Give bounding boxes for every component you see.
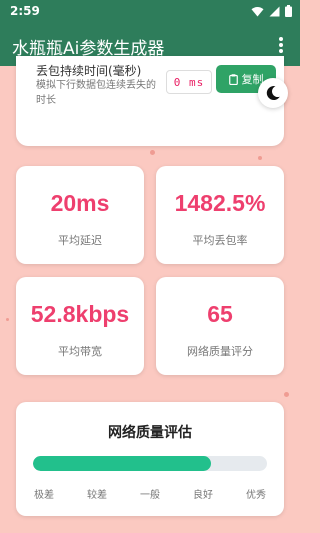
card-description: 模拟下行数据包连续丢失的时长 xyxy=(36,80,156,106)
scale-label-very-poor: 极差 xyxy=(34,490,54,501)
quality-progress-fill xyxy=(33,456,211,471)
network-quality-card: 网络质量评估 极差 较差 一般 良好 优秀 xyxy=(16,402,284,516)
stat-label: 平均带宽 xyxy=(58,345,102,358)
stat-value: 1482.5% xyxy=(174,190,266,216)
stat-value: 52.8kbps xyxy=(30,301,130,327)
stat-label: 平均延迟 xyxy=(58,234,102,247)
stat-value: 65 xyxy=(207,301,233,327)
status-time: 2:59 xyxy=(10,4,40,18)
scale-label-good: 良好 xyxy=(193,490,213,501)
packet-loss-duration-card: 丢包持续时间(毫秒) 模拟下行数据包连续丢失的时长 0 ms 复制 xyxy=(16,56,284,146)
scale-label-fair: 一般 xyxy=(140,490,160,501)
scale-label-excellent: 优秀 xyxy=(246,490,266,501)
status-bar: 2:59 xyxy=(0,0,300,24)
overflow-dot-icon xyxy=(279,43,283,47)
scale-label-poor: 较差 xyxy=(87,490,107,501)
status-icons xyxy=(251,5,292,17)
stat-label: 平均丢包率 xyxy=(192,234,248,247)
background-dot xyxy=(6,318,9,321)
wifi-icon xyxy=(251,6,264,16)
stat-value: 20ms xyxy=(50,190,110,216)
clipboard-icon xyxy=(228,73,238,85)
background-dot xyxy=(150,150,155,155)
stat-card-bandwidth: 52.8kbps 平均带宽 xyxy=(16,277,144,375)
stat-card-latency: 20ms 平均延迟 xyxy=(16,166,144,264)
stat-label: 网络质量评分 xyxy=(187,345,253,358)
battery-icon xyxy=(285,5,292,17)
background-dot xyxy=(284,392,289,397)
background-dot xyxy=(258,156,262,160)
signal-icon xyxy=(269,6,280,16)
overflow-dot-icon xyxy=(279,37,283,41)
moon-icon xyxy=(266,85,280,100)
stat-card-quality-score: 65 网络质量评分 xyxy=(156,277,284,375)
theme-toggle-button[interactable] xyxy=(258,78,288,108)
overflow-menu-button[interactable] xyxy=(272,35,290,55)
quality-progress-bar xyxy=(33,456,267,471)
stat-card-packet-loss: 1482.5% 平均丢包率 xyxy=(156,166,284,264)
card-title: 丢包持续时间(毫秒) xyxy=(36,64,142,78)
overflow-dot-icon xyxy=(279,49,283,53)
duration-value-field[interactable]: 0 ms xyxy=(166,70,212,94)
evaluation-title: 网络质量评估 xyxy=(108,425,192,441)
